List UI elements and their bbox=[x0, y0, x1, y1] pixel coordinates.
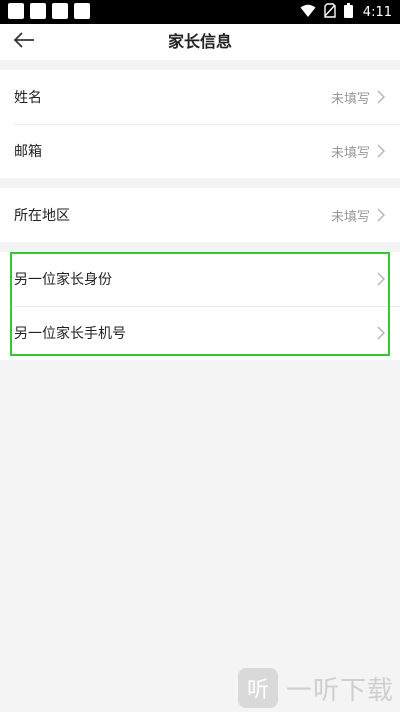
navigation-bar: 家长信息 bbox=[0, 24, 400, 60]
page-title: 家长信息 bbox=[167, 32, 232, 51]
battery-icon bbox=[343, 2, 353, 22]
status-bar: 4:11 bbox=[0, 0, 400, 24]
other-parent-identity-row[interactable]: 另一位家长身份 bbox=[0, 252, 400, 306]
email-value: 未填写 bbox=[330, 145, 370, 161]
notification-square-icon bbox=[52, 3, 68, 19]
name-label: 姓名 bbox=[14, 90, 42, 106]
chevron-right-icon bbox=[376, 326, 386, 340]
chevron-right-icon bbox=[376, 272, 386, 286]
no-sim-icon bbox=[324, 2, 336, 22]
other-parent-identity-label: 另一位家长身份 bbox=[14, 272, 112, 288]
region-label: 所在地区 bbox=[14, 208, 70, 224]
notification-square-icon bbox=[74, 3, 90, 19]
other-parent-group: 另一位家长身份 另一位家长手机号 bbox=[0, 252, 400, 360]
status-icons: 4:11 bbox=[300, 0, 392, 24]
status-time: 4:11 bbox=[362, 4, 392, 20]
notification-square-icon bbox=[8, 3, 24, 19]
region-group: 所在地区 未填写 bbox=[0, 188, 400, 242]
wifi-icon bbox=[300, 3, 316, 22]
watermark-text: 一听下载 bbox=[285, 675, 394, 706]
watermark: 听 一听下载 bbox=[237, 668, 394, 708]
chevron-right-icon bbox=[376, 144, 386, 158]
chevron-right-icon bbox=[376, 90, 386, 104]
chevron-right-icon bbox=[376, 208, 386, 222]
notification-square-icon bbox=[30, 3, 46, 19]
email-row[interactable]: 邮箱 未填写 bbox=[0, 124, 400, 178]
basic-info-group: 姓名 未填写 邮箱 未填写 bbox=[0, 70, 400, 178]
name-value: 未填写 bbox=[330, 91, 370, 107]
other-parent-phone-label: 另一位家长手机号 bbox=[14, 326, 126, 342]
region-row[interactable]: 所在地区 未填写 bbox=[0, 188, 400, 242]
other-parent-phone-row[interactable]: 另一位家长手机号 bbox=[0, 306, 400, 360]
watermark-logo-icon: 听 bbox=[237, 668, 278, 708]
email-label: 邮箱 bbox=[14, 144, 42, 160]
region-value: 未填写 bbox=[330, 209, 370, 225]
name-row[interactable]: 姓名 未填写 bbox=[0, 70, 400, 124]
